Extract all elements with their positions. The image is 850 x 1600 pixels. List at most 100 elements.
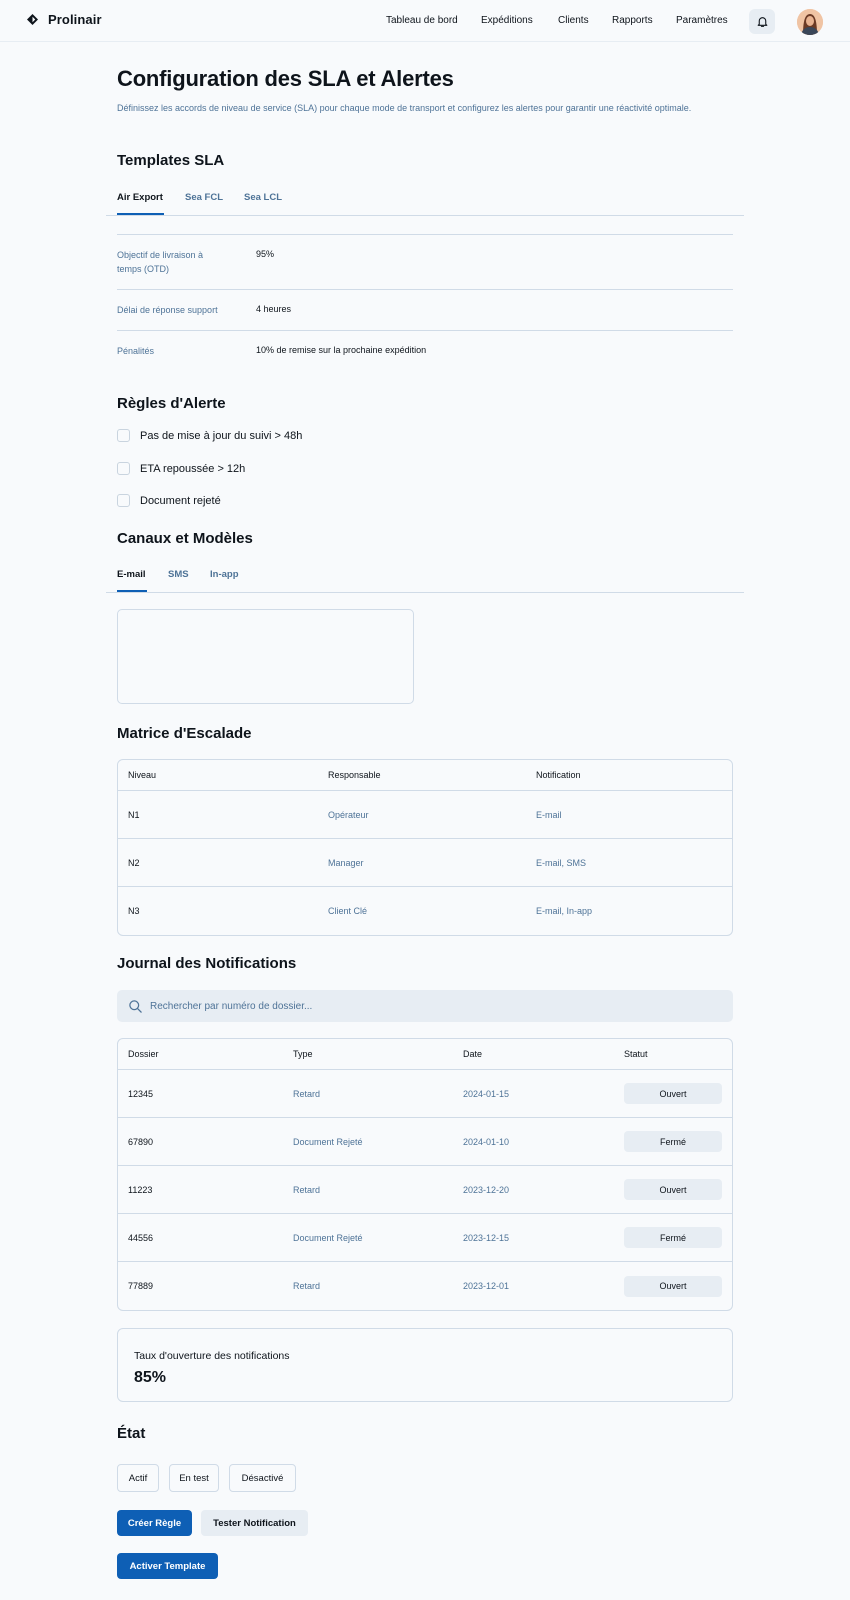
sla-row-label: Objectif de livraison à temps (OTD): [117, 250, 204, 274]
sla-divider: [117, 289, 733, 290]
level-cell: N2: [128, 857, 140, 868]
dossier-cell: 67890: [128, 1136, 154, 1147]
tab-sea-lcl[interactable]: Sea LCL: [244, 192, 282, 203]
status-badge[interactable]: Ouvert: [624, 1179, 722, 1200]
app-name: Prolinair: [48, 12, 102, 27]
sla-row-label: Pénalités: [117, 346, 155, 356]
escalation-table: Niveau Responsable Notification N1 Opéra…: [117, 759, 733, 936]
status-badge[interactable]: Ouvert: [624, 1083, 722, 1104]
avatar[interactable]: [797, 9, 823, 35]
table-row: N2 Manager E-mail, SMS: [118, 839, 732, 887]
alert-rule-eta-delayed[interactable]: ETA repoussée > 12h: [117, 462, 245, 475]
column-header: Responsable: [328, 770, 381, 780]
alert-rule-label: ETA repoussée > 12h: [140, 462, 246, 475]
nav-rapports[interactable]: Rapports: [612, 15, 653, 26]
escalation-heading: Matrice d'Escalade: [117, 725, 252, 742]
notification-cell: E-mail, In-app: [536, 906, 593, 916]
channels-heading: Canaux et Modèles: [117, 530, 253, 547]
alert-rules-heading: Règles d'Alerte: [117, 395, 226, 412]
alert-rule-label: Pas de mise à jour du suivi > 48h: [140, 429, 303, 442]
nav-tableau-de-bord[interactable]: Tableau de bord: [386, 15, 458, 26]
test-notification-button[interactable]: Tester Notification: [201, 1510, 308, 1536]
open-rate-card: Taux d'ouverture des notifications 85%: [117, 1328, 733, 1402]
open-rate-value: 85%: [134, 1369, 167, 1386]
owner-cell: Client Clé: [328, 906, 368, 916]
type-cell: Retard: [293, 1184, 321, 1195]
column-header: Type: [293, 1049, 313, 1059]
search-input[interactable]: [150, 1000, 710, 1012]
brand[interactable]: Prolinair: [27, 12, 102, 27]
journal-heading: Journal des Notifications: [117, 955, 297, 972]
checkbox[interactable]: [117, 494, 130, 507]
date-cell: 2024-01-15: [463, 1088, 510, 1099]
checkbox[interactable]: [117, 462, 130, 475]
user-portrait-icon: [797, 9, 823, 35]
date-cell: 2023-12-01: [463, 1281, 510, 1291]
date-cell: 2023-12-15: [463, 1232, 510, 1243]
state-actif-button[interactable]: Actif: [117, 1464, 159, 1492]
status-cell: Ouvert: [624, 1262, 722, 1310]
tab-air-export[interactable]: Air Export: [117, 192, 163, 203]
sla-divider: [117, 330, 733, 331]
table-row[interactable]: 12345 Retard 2024-01-15 Ouvert: [118, 1070, 732, 1118]
owner-cell: Opérateur: [328, 809, 369, 820]
owner-cell: Manager: [328, 857, 364, 868]
open-rate-label: Taux d'ouverture des notifications: [134, 1350, 290, 1362]
table-row: N3 Client Clé E-mail, In-app: [118, 887, 732, 935]
nav-expeditions[interactable]: Expéditions: [481, 15, 533, 26]
type-cell: Retard: [293, 1088, 321, 1099]
column-header: Date: [463, 1049, 483, 1059]
status-cell: Ouvert: [624, 1070, 722, 1117]
tab-bar-divider: [106, 215, 744, 216]
dossier-cell: 44556: [128, 1232, 154, 1243]
nav-clients[interactable]: Clients: [558, 15, 589, 26]
table-header: Dossier Type Date Statut: [118, 1039, 732, 1070]
state-en-test-button[interactable]: En test: [169, 1464, 219, 1492]
table-row[interactable]: 11223 Retard 2023-12-20 Ouvert: [118, 1166, 732, 1214]
search-bar[interactable]: [117, 990, 733, 1022]
tab-sea-fcl[interactable]: Sea FCL: [185, 192, 223, 203]
type-cell: Document Rejeté: [293, 1232, 363, 1243]
status-badge[interactable]: Fermé: [624, 1131, 722, 1152]
column-header: Niveau: [128, 770, 157, 780]
status-cell: Fermé: [624, 1214, 722, 1261]
dossier-cell: 12345: [128, 1088, 154, 1099]
sla-row-value: 4 heures: [256, 304, 292, 314]
status-badge[interactable]: Ouvert: [624, 1275, 722, 1297]
state-desactive-button[interactable]: Désactivé: [229, 1464, 296, 1492]
notification-cell: E-mail: [536, 809, 562, 820]
notification-cell: E-mail, SMS: [536, 857, 587, 868]
table-row[interactable]: 67890 Document Rejeté 2024-01-10 Fermé: [118, 1118, 732, 1166]
template-editor[interactable]: [117, 609, 414, 704]
table-row[interactable]: 77889 Retard 2023-12-01 Ouvert: [118, 1262, 732, 1310]
column-header: Notification: [536, 770, 581, 780]
search-icon: [129, 999, 142, 1013]
alert-rule-document-rejected[interactable]: Document rejeté: [117, 494, 221, 507]
table-header: Niveau Responsable Notification: [118, 760, 732, 791]
sla-templates-heading: Templates SLA: [117, 152, 225, 169]
page-title: Configuration des SLA et Alertes: [117, 66, 454, 91]
sla-row-value: 95%: [256, 249, 275, 259]
alert-rule-no-tracking-update[interactable]: Pas de mise à jour du suivi > 48h: [117, 429, 302, 442]
checkbox[interactable]: [117, 429, 130, 442]
state-heading: État: [117, 1425, 146, 1442]
type-cell: Retard: [293, 1281, 321, 1291]
dossier-cell: 11223: [128, 1184, 153, 1195]
notifications-button[interactable]: [749, 9, 775, 34]
table-row[interactable]: 44556 Document Rejeté 2023-12-15 Fermé: [118, 1214, 732, 1262]
type-cell: Document Rejeté: [293, 1136, 363, 1147]
nav-parametres[interactable]: Paramètres: [676, 15, 728, 26]
tab-sms[interactable]: SMS: [168, 569, 189, 580]
sla-row-label: Délai de réponse support: [117, 305, 218, 315]
alert-rule-label: Document rejeté: [140, 494, 221, 507]
tab-email[interactable]: E-mail: [117, 569, 146, 580]
create-rule-button[interactable]: Créer Règle: [117, 1510, 192, 1536]
column-header: Dossier: [128, 1049, 159, 1059]
activate-template-button[interactable]: Activer Template: [117, 1553, 218, 1579]
date-cell: 2024-01-10: [463, 1136, 510, 1147]
level-cell: N1: [128, 809, 140, 820]
sla-divider: [117, 234, 733, 235]
status-badge[interactable]: Fermé: [624, 1227, 722, 1248]
table-row: N1 Opérateur E-mail: [118, 791, 732, 839]
tab-in-app[interactable]: In-app: [210, 569, 239, 580]
